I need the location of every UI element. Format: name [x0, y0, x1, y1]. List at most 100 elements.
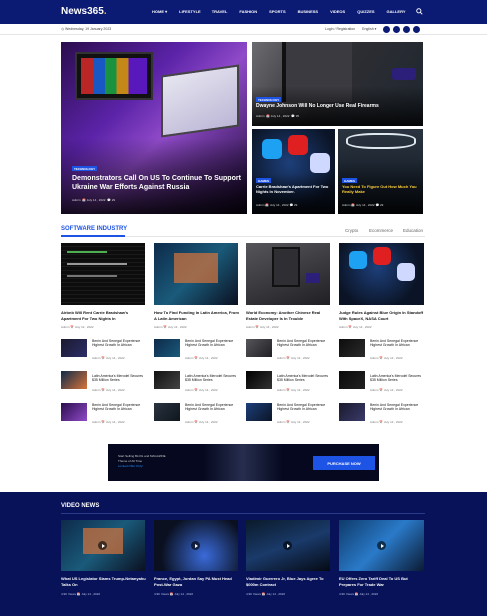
small-article-title[interactable]: Latin America's Merodel Secures $35 Mill…: [277, 374, 332, 383]
video-meta-2: 4.9K Views 📅 July 14 , 2022: [154, 592, 194, 596]
menu-lifestyle[interactable]: LIFESTYLE: [179, 9, 201, 14]
hero-bottom-left-meta: Admin 📅 July 14 , 2022 💬 29: [256, 203, 298, 207]
hero-bottom-left-badge[interactable]: GAMES: [256, 178, 272, 183]
article-date-2: July 14 , 2022: [167, 325, 187, 329]
play-icon[interactable]: [98, 541, 107, 550]
article-title-4[interactable]: Judge Rules Against Blue Origin In Stand…: [339, 310, 425, 321]
date-text: Wednesday, 19 January 2023: [65, 27, 112, 31]
video-thumb-1[interactable]: [61, 520, 145, 571]
small-thumb[interactable]: [246, 339, 272, 357]
play-icon[interactable]: [377, 541, 386, 550]
ad-background-art: [203, 444, 283, 481]
article-image-2[interactable]: [154, 243, 238, 305]
menu-videos[interactable]: VIDEOS: [330, 9, 345, 14]
video-title-3[interactable]: Vladimir Guerrero Jr, Blue Jays Agree To…: [246, 576, 332, 587]
ad-line-1: Start Selling BLOG and MAGAZINE: [118, 454, 166, 458]
hero-bottom-right-image[interactable]: [338, 129, 423, 214]
video-title-1[interactable]: What US Legislator Slams Trump-Netanyahu…: [61, 576, 147, 587]
small-thumb[interactable]: [246, 403, 272, 421]
small-article-meta: Admin 📅 July 14 , 2022: [277, 356, 310, 360]
hero-main-badge[interactable]: TECHNOLOGY: [72, 166, 98, 171]
small-article-meta: Admin 📅 July 14 , 2022: [92, 388, 125, 392]
small-article-date: July 14 , 2022: [383, 420, 403, 424]
menu-travel[interactable]: TRAVEL: [212, 9, 228, 14]
language-select[interactable]: English ▾: [362, 27, 376, 31]
twitter-icon[interactable]: [393, 26, 400, 33]
small-article-date: July 14 , 2022: [198, 388, 218, 392]
small-article-title[interactable]: Benin And Senegal Experience Highest Gro…: [92, 403, 147, 412]
small-thumb[interactable]: [339, 403, 365, 421]
article-title-2[interactable]: How To Find Funding In Latin America, Fr…: [154, 310, 240, 321]
small-article-date: July 14 , 2022: [383, 388, 403, 392]
play-icon[interactable]: [283, 541, 292, 550]
menu-home[interactable]: HOME ▾: [152, 9, 167, 14]
video-thumb-2[interactable]: [154, 520, 238, 571]
small-article-title[interactable]: Benin And Senegal Experience Highest Gro…: [370, 403, 425, 412]
login-link[interactable]: Login / Registration: [325, 27, 355, 31]
small-article-title[interactable]: Latin America's Merodel Secures $35 Mill…: [370, 374, 425, 383]
video-meta-1: 4.9K Views 📅 July 14 , 2022: [61, 592, 101, 596]
small-thumb[interactable]: [61, 339, 87, 357]
youtube-icon[interactable]: [413, 26, 420, 33]
article-meta-1: Admin 📅 July 14 , 2022: [61, 325, 94, 329]
tab-education[interactable]: Education: [403, 228, 423, 233]
hero-top-right-title[interactable]: Dwayne Johnson Will No Longer Use Real F…: [256, 103, 416, 109]
video-date-3: July 14 , 2022: [266, 592, 286, 596]
article-author-1: Admin: [61, 325, 70, 329]
small-thumb[interactable]: [246, 371, 272, 389]
tab-crypto[interactable]: Crypto: [345, 228, 358, 233]
small-article-author: Admin: [277, 356, 286, 360]
small-thumb[interactable]: [339, 371, 365, 389]
hero-top-right-badge[interactable]: TECHNOLOGY: [256, 97, 282, 102]
small-article-title[interactable]: Latin America's Merodel Secures $35 Mill…: [185, 374, 240, 383]
small-thumb[interactable]: [154, 339, 180, 357]
video-title-4[interactable]: EU Offers Zero Tariff Deal To US But Pre…: [339, 576, 425, 587]
play-icon[interactable]: [191, 541, 200, 550]
hero-bottom-right-title[interactable]: You Need To Figure Out How Much You Real…: [342, 184, 420, 194]
video-thumb-3[interactable]: [246, 520, 330, 571]
small-thumb[interactable]: [61, 371, 87, 389]
small-article-title[interactable]: Benin And Senegal Experience Highest Gro…: [277, 339, 332, 348]
small-article-title[interactable]: Latin America's Merodel Secures $35 Mill…: [92, 374, 147, 383]
menu-fashion[interactable]: FASHION: [239, 9, 257, 14]
small-thumb[interactable]: [154, 371, 180, 389]
menu-quizzes[interactable]: QUIZZES: [357, 9, 374, 14]
video-thumb-4[interactable]: [339, 520, 424, 571]
small-article-date: July 14 , 2022: [290, 420, 310, 424]
site-logo[interactable]: News365.: [61, 6, 107, 17]
purchase-now-button[interactable]: PURCHASE NOW: [313, 456, 375, 470]
video-title-2[interactable]: France, Egypt, Jordan Say PA Must Head P…: [154, 576, 240, 587]
small-article-title[interactable]: Benin And Senegal Experience Highest Gro…: [92, 339, 147, 348]
small-thumb[interactable]: [61, 403, 87, 421]
hero-top-right-author: Admin: [256, 114, 265, 118]
article-image-4[interactable]: [339, 243, 424, 305]
menu-business[interactable]: BUSINESS: [298, 9, 318, 14]
hero-bottom-right-badge[interactable]: GAMES: [342, 178, 358, 183]
article-title-1[interactable]: Airbnb Will Rent Carrie Bradshaw's Apart…: [61, 310, 147, 321]
hero-bottom-left-image[interactable]: [252, 129, 335, 214]
small-article-title[interactable]: Benin And Senegal Experience Highest Gro…: [185, 339, 240, 348]
video-news-title: VIDEO NEWS: [61, 503, 100, 509]
facebook-icon[interactable]: [383, 26, 390, 33]
search-icon[interactable]: [416, 8, 423, 15]
video-views-4: 4.9K Views: [339, 592, 354, 596]
small-article-title[interactable]: Benin And Senegal Experience Highest Gro…: [277, 403, 332, 412]
small-article-author: Admin: [92, 356, 101, 360]
article-image-1[interactable]: [61, 243, 145, 305]
small-thumb[interactable]: [154, 403, 180, 421]
tab-ecommerce[interactable]: Ecommerce: [369, 228, 393, 233]
article-title-3[interactable]: World Economy: Another Chinese Real Esta…: [246, 310, 332, 321]
instagram-icon[interactable]: [403, 26, 410, 33]
hero-main-title[interactable]: Demonstrators Call On US To Continue To …: [72, 174, 242, 192]
article-image-3[interactable]: [246, 243, 330, 305]
small-article-date: July 14 , 2022: [105, 420, 125, 424]
small-article-title[interactable]: Benin And Senegal Experience Highest Gro…: [370, 339, 425, 348]
video-views-3: 4.9K Views: [246, 592, 261, 596]
menu-sports[interactable]: SPORTS: [269, 9, 285, 14]
small-thumb[interactable]: [339, 339, 365, 357]
ad-banner[interactable]: Start Selling BLOG and MAGAZINE Theme of…: [108, 444, 379, 481]
menu-gallery[interactable]: GALLERY: [387, 9, 406, 14]
small-article-title[interactable]: Benin And Senegal Experience Highest Gro…: [185, 403, 240, 412]
hero-bottom-left-title[interactable]: Carrie Bradshaw's Apartment For Two Nigh…: [256, 184, 332, 194]
hero-top-right-comments: 35: [295, 114, 300, 118]
